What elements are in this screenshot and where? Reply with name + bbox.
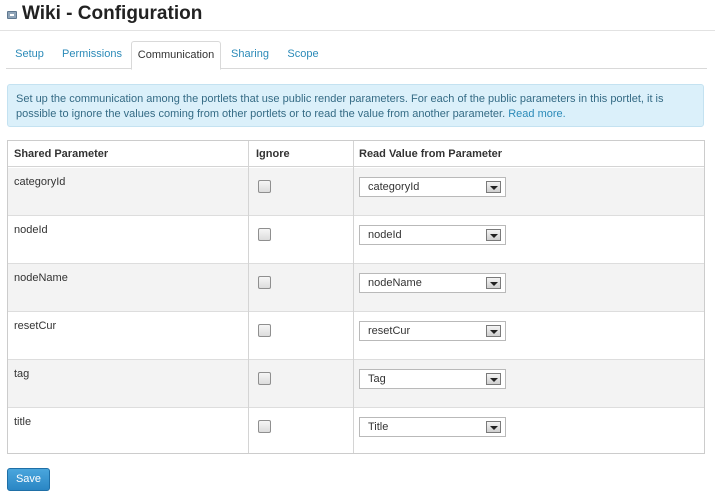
header-ignore: Ignore: [256, 148, 290, 160]
read-more-link[interactable]: Read more.: [508, 108, 565, 120]
parameter-name: title: [14, 416, 32, 428]
read-value-select[interactable]: nodeName: [359, 273, 506, 293]
chevron-down-icon[interactable]: [486, 181, 501, 193]
save-button[interactable]: Save: [7, 468, 50, 491]
table-row: categoryId categoryId: [8, 168, 704, 216]
info-text: Set up the communication among the portl…: [16, 93, 664, 120]
header-shared-parameter: Shared Parameter: [14, 148, 109, 160]
parameter-name: categoryId: [14, 176, 66, 188]
read-value-select[interactable]: Tag: [359, 369, 506, 389]
table-row: nodeName nodeName: [8, 264, 704, 312]
parameter-name: tag: [14, 368, 30, 380]
ignore-checkbox[interactable]: [258, 324, 271, 337]
chevron-down-icon[interactable]: [486, 373, 501, 385]
parameter-name: nodeName: [14, 272, 68, 284]
parameter-name: nodeId: [14, 224, 48, 236]
ignore-checkbox[interactable]: [258, 180, 271, 193]
tab-permissions[interactable]: Permissions: [53, 41, 131, 69]
config-tabs: Setup Permissions Communication Sharing …: [6, 41, 707, 70]
read-value-selected: nodeName: [368, 277, 422, 289]
ignore-checkbox[interactable]: [258, 228, 271, 241]
read-value-select[interactable]: resetCur: [359, 321, 506, 341]
chevron-down-icon[interactable]: [486, 325, 501, 337]
read-value-selected: nodeId: [368, 229, 402, 241]
read-value-select[interactable]: categoryId: [359, 177, 506, 197]
portlet-config-icon: [7, 11, 17, 19]
read-value-select[interactable]: nodeId: [359, 225, 506, 245]
chevron-down-icon[interactable]: [486, 277, 501, 289]
table-row: nodeId nodeId: [8, 216, 704, 264]
info-message: Set up the communication among the portl…: [7, 84, 704, 127]
ignore-checkbox[interactable]: [258, 276, 271, 289]
column-divider: [248, 141, 249, 453]
table-row: resetCur resetCur: [8, 312, 704, 360]
parameter-name: resetCur: [14, 320, 57, 332]
read-value-selected: Tag: [368, 373, 386, 385]
chevron-down-icon[interactable]: [486, 229, 501, 241]
tab-sharing[interactable]: Sharing: [221, 41, 279, 69]
chevron-down-icon[interactable]: [486, 421, 501, 433]
portlet-header: Wiki - Configuration: [0, 0, 715, 31]
table-row: title Title: [8, 408, 704, 453]
tab-scope[interactable]: Scope: [279, 41, 327, 69]
table-header-row: Shared Parameter Ignore Read Value from …: [8, 141, 704, 167]
table-row: tag Tag: [8, 360, 704, 408]
ignore-checkbox[interactable]: [258, 372, 271, 385]
parameters-table: Shared Parameter Ignore Read Value from …: [7, 140, 705, 454]
header-read-value: Read Value from Parameter: [359, 148, 503, 160]
page-title: Wiki - Configuration: [22, 3, 203, 24]
read-value-selected: resetCur: [368, 325, 411, 337]
column-divider: [353, 141, 354, 453]
read-value-select[interactable]: Title: [359, 417, 506, 437]
tab-communication[interactable]: Communication: [131, 41, 221, 70]
read-value-selected: categoryId: [368, 181, 420, 193]
tab-setup[interactable]: Setup: [6, 41, 53, 69]
ignore-checkbox[interactable]: [258, 420, 271, 433]
read-value-selected: Title: [368, 421, 389, 433]
